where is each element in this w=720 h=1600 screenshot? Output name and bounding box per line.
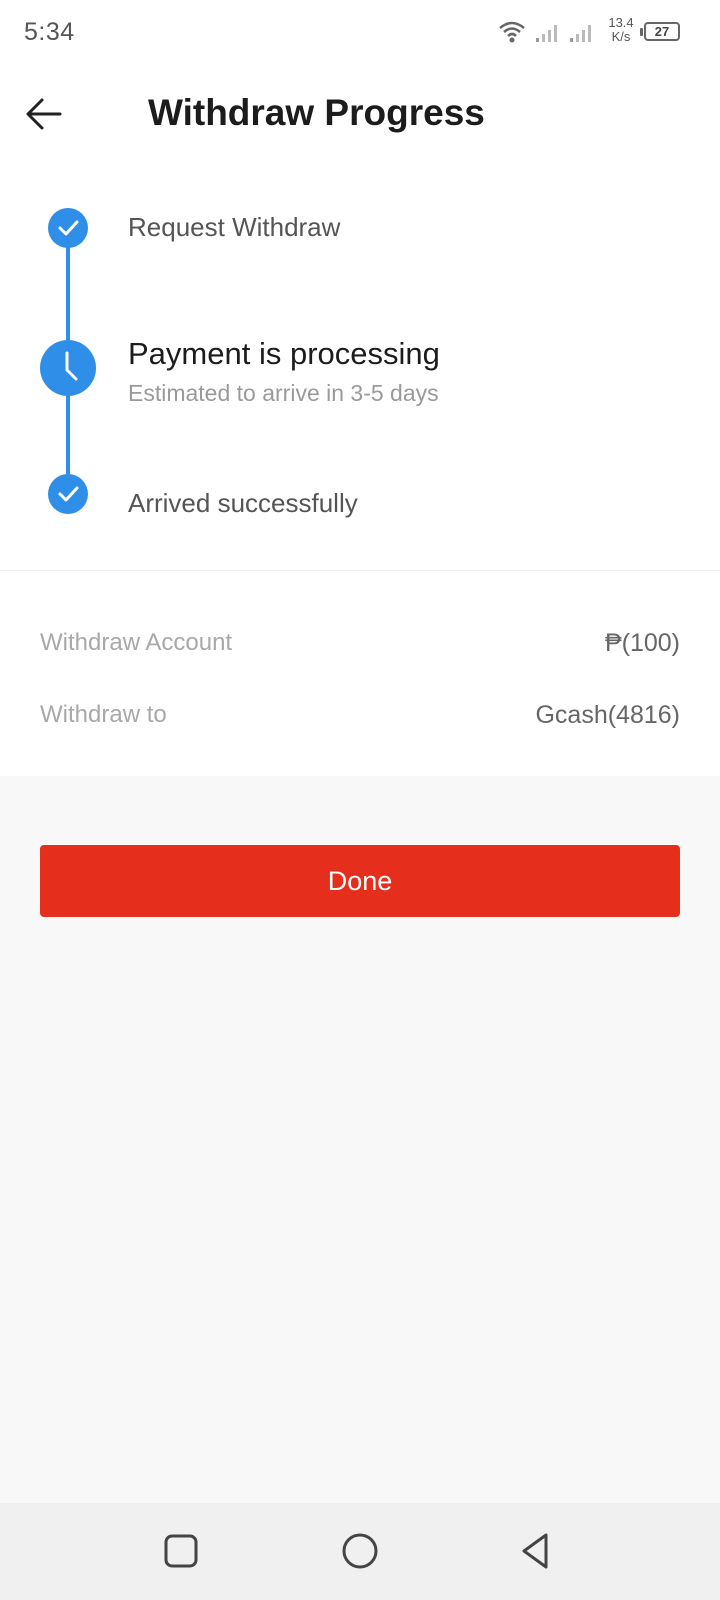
status-bar: 5:34 13.4 K/s 27 xyxy=(0,0,720,64)
arrow-left-icon xyxy=(26,98,62,130)
check-icon xyxy=(48,208,88,248)
done-button[interactable]: Done xyxy=(40,845,680,917)
net-speed: 13.4 K/s xyxy=(604,16,638,44)
step-request-withdraw: Request Withdraw xyxy=(128,212,341,242)
page-title: Withdraw Progress xyxy=(148,92,485,133)
signal-icon xyxy=(570,25,591,42)
net-speed-unit: K/s xyxy=(611,29,631,44)
detail-row-destination: Withdraw to Gcash(4816) xyxy=(40,701,680,741)
wifi-icon xyxy=(499,21,525,43)
system-nav-bar xyxy=(0,1503,720,1600)
detail-label: Withdraw Account xyxy=(40,629,233,656)
detail-label: Withdraw to xyxy=(40,701,167,728)
status-time: 5:34 xyxy=(24,18,75,46)
detail-value: Gcash(4816) xyxy=(535,701,680,729)
battery-icon: 27 xyxy=(640,22,680,41)
back-icon[interactable] xyxy=(516,1531,556,1571)
header: Withdraw Progress xyxy=(0,64,720,164)
step-payment-processing: Payment is processing xyxy=(128,336,440,371)
detail-value: ₱(100) xyxy=(604,629,680,657)
status-icons: 13.4 K/s 27 xyxy=(498,16,698,50)
step-payment-subtext: Estimated to arrive in 3-5 days xyxy=(128,380,439,406)
withdraw-details: Withdraw Account ₱(100) Withdraw to Gcas… xyxy=(0,570,720,776)
recent-apps-icon[interactable] xyxy=(163,1533,199,1569)
signal-icon xyxy=(536,25,557,42)
clock-icon xyxy=(40,340,96,396)
back-button[interactable] xyxy=(22,92,66,136)
net-speed-value: 13.4 xyxy=(608,15,634,30)
step-arrived-successfully: Arrived successfully xyxy=(128,488,358,518)
detail-row-account: Withdraw Account ₱(100) xyxy=(40,629,680,669)
withdraw-timeline: Request Withdraw Payment is processing E… xyxy=(0,164,720,570)
home-icon[interactable] xyxy=(340,1531,380,1571)
check-icon xyxy=(48,474,88,514)
